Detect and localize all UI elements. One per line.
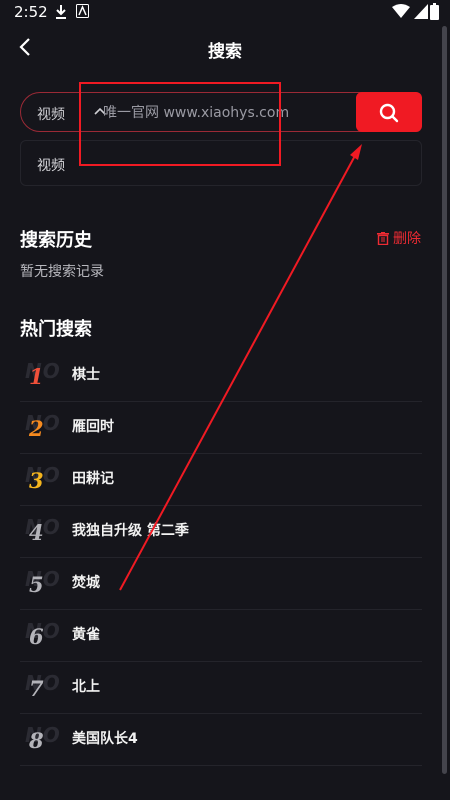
hot-search-label: 田耕记 [72,471,114,487]
delete-label: 删除 [393,231,421,247]
hot-search-item[interactable]: NO 2 雁回时 [20,402,422,454]
download-icon [56,5,66,19]
status-bar: 2:52 [0,0,450,26]
hot-search-label: 美国队长4 [72,731,138,747]
hot-search-item[interactable]: NO 6 黄雀 [20,610,422,662]
delete-history-button[interactable]: 删除 [377,228,421,248]
rank-number: 4 [29,520,44,545]
rank-number: 5 [29,572,44,597]
dropdown-option-video[interactable]: 视频 [37,155,65,175]
search-scope-select[interactable]: 视频 [37,104,65,124]
hot-search-item[interactable]: NO 7 北上 [20,662,422,714]
hot-search-item[interactable]: NO 3 田耕记 [20,454,422,506]
hot-search-item[interactable]: NO 5 焚城 [20,558,422,610]
hot-search-label: 北上 [72,679,100,695]
annotation-highlight-box [79,82,281,166]
history-empty-text: 暂无搜索记录 [20,264,104,280]
hot-search-item[interactable]: NO 8 美国队长4 [20,714,422,766]
hot-search-label: 黄雀 [72,627,100,643]
wifi-icon [392,4,410,18]
rank-number: 6 [29,624,44,649]
header-bar: 搜索 [0,26,450,70]
hot-search-label: 棋士 [72,367,100,383]
hot-search-item[interactable]: NO 4 我独自升级 第二季 [20,506,422,558]
search-icon [379,103,399,123]
page-title: 搜索 [208,42,242,62]
rank-number: 2 [29,416,44,441]
hot-search-item[interactable]: NO 1 棋士 [20,350,422,402]
search-history-title: 搜索历史 [20,230,92,251]
hot-search-label: 雁回时 [72,419,114,435]
search-button[interactable] [356,92,422,132]
hot-search-title: 热门搜索 [20,319,92,340]
status-time: 2:52 [14,3,48,21]
rank-number: 8 [29,728,44,753]
signal-icon [414,4,428,19]
battery-icon [430,3,439,20]
rank-number: 3 [29,468,44,493]
hot-search-label: 焚城 [72,575,100,591]
hot-search-label: 我独自升级 第二季 [72,523,189,539]
rank-number: 7 [29,676,44,701]
app-notification-icon [76,4,89,18]
rank-number: 1 [29,364,44,389]
scrollbar[interactable] [442,26,447,774]
trash-icon [377,232,389,246]
